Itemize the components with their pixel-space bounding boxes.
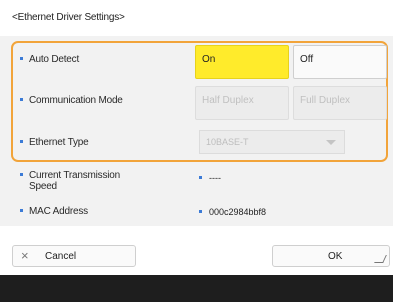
communication-mode-row-label: Communication Mode — [20, 95, 123, 106]
mac-address-label: MAC Address — [20, 206, 88, 217]
bullet-icon — [20, 97, 23, 101]
auto-detect-row-label: Auto Detect — [20, 54, 79, 65]
ethernet-type-select[interactable]: 10BASE-T — [199, 130, 345, 154]
auto-detect-off-button[interactable]: Off — [293, 45, 387, 79]
close-icon: × — [21, 248, 29, 263]
transmission-speed-value: ---- — [199, 173, 221, 183]
full-duplex-button[interactable]: Full Duplex — [293, 86, 387, 120]
half-duplex-button[interactable]: Half Duplex — [195, 86, 289, 120]
bullet-icon — [199, 176, 202, 180]
bullet-icon — [20, 172, 23, 176]
mac-address-value: 000c2984bbf8 — [199, 207, 266, 217]
bottom-status-bar — [0, 275, 393, 302]
page-title: <Ethernet Driver Settings> — [12, 12, 125, 23]
bullet-icon — [20, 56, 23, 60]
auto-detect-on-button[interactable]: On — [195, 45, 289, 79]
ethernet-type-row-label: Ethernet Type — [20, 137, 89, 148]
ok-button[interactable]: OK — [272, 245, 390, 267]
corner-arrow-icon — [374, 255, 387, 263]
bullet-icon — [20, 139, 23, 143]
ethernet-type-value: 10BASE-T — [206, 137, 249, 147]
bullet-icon — [199, 210, 202, 214]
transmission-speed-label: Current Transmission Speed — [20, 170, 120, 192]
bullet-icon — [20, 208, 23, 212]
chevron-down-icon — [326, 140, 336, 145]
cancel-button[interactable]: × Cancel — [12, 245, 136, 267]
